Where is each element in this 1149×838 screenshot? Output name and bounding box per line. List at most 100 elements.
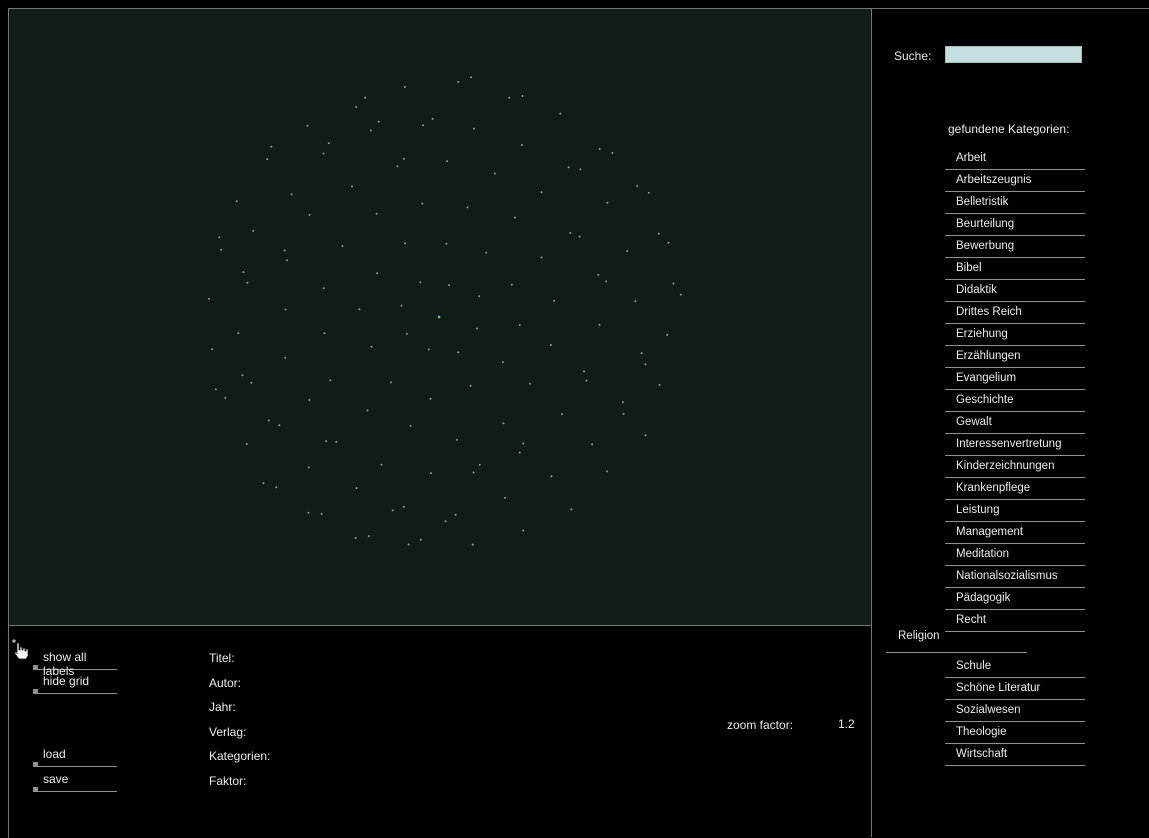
node-dot[interactable] bbox=[377, 120, 380, 123]
node-dot[interactable] bbox=[504, 496, 506, 499]
node-dot[interactable] bbox=[634, 300, 637, 303]
node-dot[interactable] bbox=[606, 470, 608, 473]
category-item[interactable]: Evangelium bbox=[945, 368, 1085, 390]
node-dot[interactable] bbox=[306, 124, 309, 127]
node-dot[interactable] bbox=[286, 259, 289, 262]
node-dot[interactable] bbox=[478, 463, 481, 466]
node-dot[interactable] bbox=[211, 348, 214, 351]
node-dot[interactable] bbox=[320, 512, 323, 515]
node-dot[interactable] bbox=[611, 152, 614, 154]
node-dot[interactable] bbox=[421, 202, 424, 205]
node-dot[interactable] bbox=[522, 529, 525, 532]
node-dot[interactable] bbox=[606, 201, 609, 204]
node-dot[interactable] bbox=[323, 332, 326, 335]
node-dot[interactable] bbox=[466, 206, 469, 209]
node-dot[interactable] bbox=[262, 482, 265, 485]
visualization-canvas[interactable] bbox=[9, 9, 871, 626]
node-dot[interactable] bbox=[214, 388, 217, 391]
category-item[interactable]: Schöne Literatur bbox=[945, 678, 1085, 700]
node-dot[interactable] bbox=[518, 451, 521, 454]
category-item[interactable]: Leistung bbox=[945, 500, 1085, 522]
node-dot[interactable] bbox=[307, 466, 310, 469]
node-dot[interactable] bbox=[370, 345, 373, 348]
node-dot[interactable] bbox=[235, 200, 238, 203]
node-dot[interactable] bbox=[621, 401, 624, 404]
category-item[interactable]: Bibel bbox=[945, 258, 1085, 280]
node-dot[interactable] bbox=[559, 112, 562, 115]
node-dot[interactable] bbox=[657, 232, 660, 235]
node-dot[interactable] bbox=[521, 95, 524, 97]
node-dot[interactable] bbox=[472, 471, 475, 474]
node-dot[interactable] bbox=[473, 127, 475, 130]
node-dot[interactable] bbox=[322, 152, 325, 155]
node-dot[interactable] bbox=[667, 241, 670, 244]
node-dot[interactable] bbox=[245, 443, 248, 445]
show-all-labels-button[interactable]: show all labels bbox=[33, 647, 117, 678]
category-item[interactable]: Meditation bbox=[945, 544, 1085, 566]
category-item[interactable]: Didaktik bbox=[945, 280, 1085, 302]
node-dot[interactable] bbox=[355, 487, 358, 490]
node-dot[interactable] bbox=[485, 251, 488, 254]
node-dot[interactable] bbox=[224, 396, 227, 399]
node-dot[interactable] bbox=[431, 117, 434, 120]
node-dot[interactable] bbox=[341, 245, 344, 248]
node-dot[interactable] bbox=[358, 308, 361, 311]
node-dot[interactable] bbox=[514, 216, 516, 219]
node-dot[interactable] bbox=[396, 165, 399, 168]
node-dot[interactable] bbox=[561, 413, 563, 416]
category-item[interactable]: Krankenpflege bbox=[945, 478, 1085, 500]
node-dot[interactable] bbox=[658, 383, 661, 386]
node-dot[interactable] bbox=[493, 172, 496, 175]
node-dot[interactable] bbox=[367, 535, 370, 538]
node-dot[interactable] bbox=[283, 249, 286, 252]
node-dot[interactable] bbox=[579, 168, 582, 171]
node-dot[interactable] bbox=[570, 508, 573, 511]
node-dot[interactable] bbox=[626, 250, 629, 252]
node-dot[interactable] bbox=[237, 332, 240, 335]
category-item[interactable]: Drittes Reich bbox=[945, 302, 1085, 324]
node-dot[interactable] bbox=[445, 242, 448, 245]
category-item[interactable]: Management bbox=[945, 522, 1085, 544]
node-dot[interactable] bbox=[355, 106, 358, 108]
node-dot[interactable] bbox=[404, 242, 407, 245]
node-dot[interactable] bbox=[457, 80, 460, 83]
node-dot[interactable] bbox=[218, 236, 221, 239]
save-button[interactable]: save bbox=[33, 769, 117, 792]
category-item[interactable]: Belletristik bbox=[945, 192, 1085, 214]
load-button[interactable]: load bbox=[33, 744, 117, 767]
node-dot[interactable] bbox=[549, 344, 552, 346]
node-dot[interactable] bbox=[598, 148, 601, 150]
category-item[interactable]: Nationalsozialismus bbox=[945, 566, 1085, 588]
node-dot[interactable] bbox=[307, 511, 310, 514]
category-item[interactable]: Erziehung bbox=[945, 324, 1085, 346]
node-dot[interactable] bbox=[391, 509, 394, 512]
category-item[interactable]: Bewerbung bbox=[945, 236, 1085, 258]
node-dot[interactable] bbox=[354, 536, 357, 539]
node-dot[interactable] bbox=[402, 505, 405, 508]
category-item[interactable]: Interessenvertretung bbox=[945, 434, 1085, 456]
node-dot[interactable] bbox=[403, 85, 406, 88]
node-dot[interactable] bbox=[469, 384, 472, 387]
category-item[interactable]: Arbeit bbox=[945, 148, 1085, 170]
node-dot[interactable] bbox=[267, 419, 270, 422]
category-item[interactable]: Sozialwesen bbox=[945, 700, 1085, 722]
node-dot[interactable] bbox=[569, 232, 572, 234]
node-dot[interactable] bbox=[429, 397, 432, 400]
node-dot[interactable] bbox=[540, 191, 543, 194]
node-dot[interactable] bbox=[409, 424, 412, 427]
node-dot[interactable] bbox=[375, 212, 378, 215]
category-item[interactable]: Beurteilung bbox=[945, 214, 1085, 236]
node-dot[interactable] bbox=[597, 273, 600, 276]
node-dot[interactable] bbox=[284, 356, 287, 359]
node-dot[interactable] bbox=[644, 434, 647, 437]
node-dot[interactable] bbox=[444, 520, 447, 523]
category-item[interactable]: Recht bbox=[945, 610, 1085, 632]
node-dot[interactable] bbox=[241, 374, 244, 377]
node-dot[interactable] bbox=[390, 381, 392, 384]
node-dot[interactable] bbox=[578, 235, 581, 238]
node-dot[interactable] bbox=[666, 333, 669, 336]
node-dot[interactable] bbox=[521, 144, 523, 146]
node-dot[interactable] bbox=[405, 332, 408, 335]
node-dot[interactable] bbox=[598, 323, 601, 326]
node-dot[interactable] bbox=[456, 438, 458, 441]
